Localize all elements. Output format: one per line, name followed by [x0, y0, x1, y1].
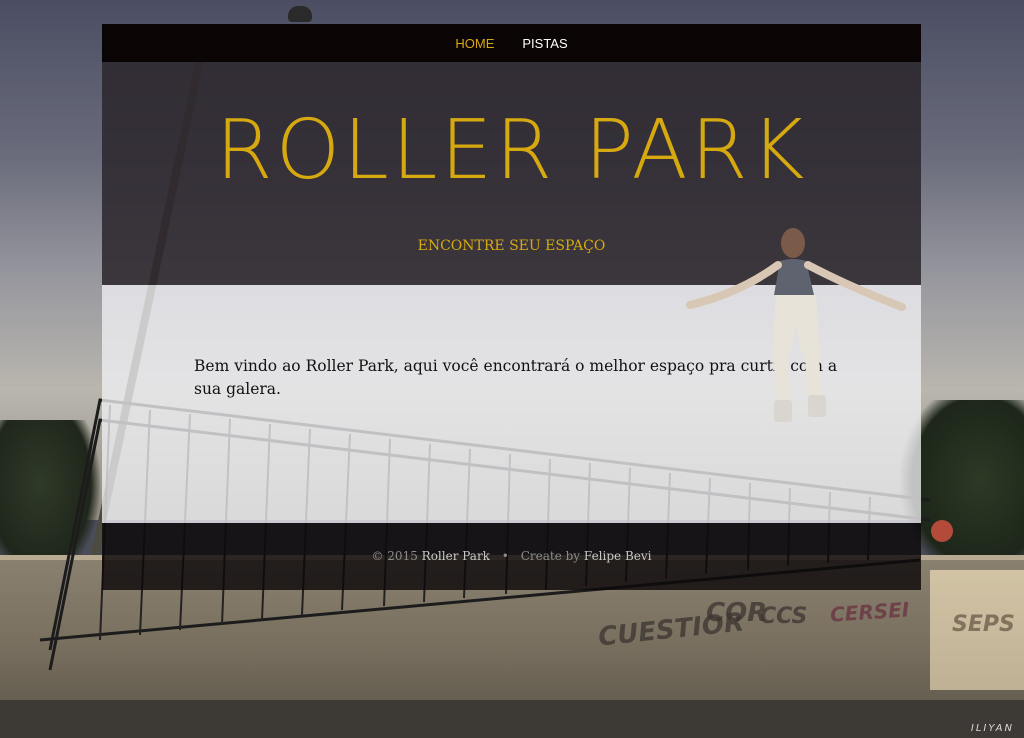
footer-site-name: Roller Park [421, 549, 490, 563]
nav-link-pistas[interactable]: PISTAS [522, 36, 567, 51]
footer-author-link[interactable]: Felipe Bevi [584, 549, 652, 563]
footer: © 2015 Roller Park • Create by Felipe Be… [102, 523, 921, 590]
hero-title: ROLLER PARK [215, 103, 808, 198]
graffiti-4: SEPS [952, 612, 1015, 637]
footer-copyright: © 2015 [371, 549, 418, 563]
footer-line: © 2015 Roller Park • Create by Felipe Be… [371, 549, 651, 563]
jumping-skater-figure [686, 228, 906, 422]
graffiti-2: COR [706, 598, 768, 628]
graffiti-3: CCS [760, 604, 808, 629]
nav-link-home[interactable]: HOME [455, 36, 494, 51]
footer-separator: • [501, 549, 509, 563]
footer-credit-prefix: Create by [520, 549, 581, 563]
photo-watermark: ILIYAN [970, 723, 1014, 734]
top-navbar: HOME PISTAS [102, 24, 921, 62]
